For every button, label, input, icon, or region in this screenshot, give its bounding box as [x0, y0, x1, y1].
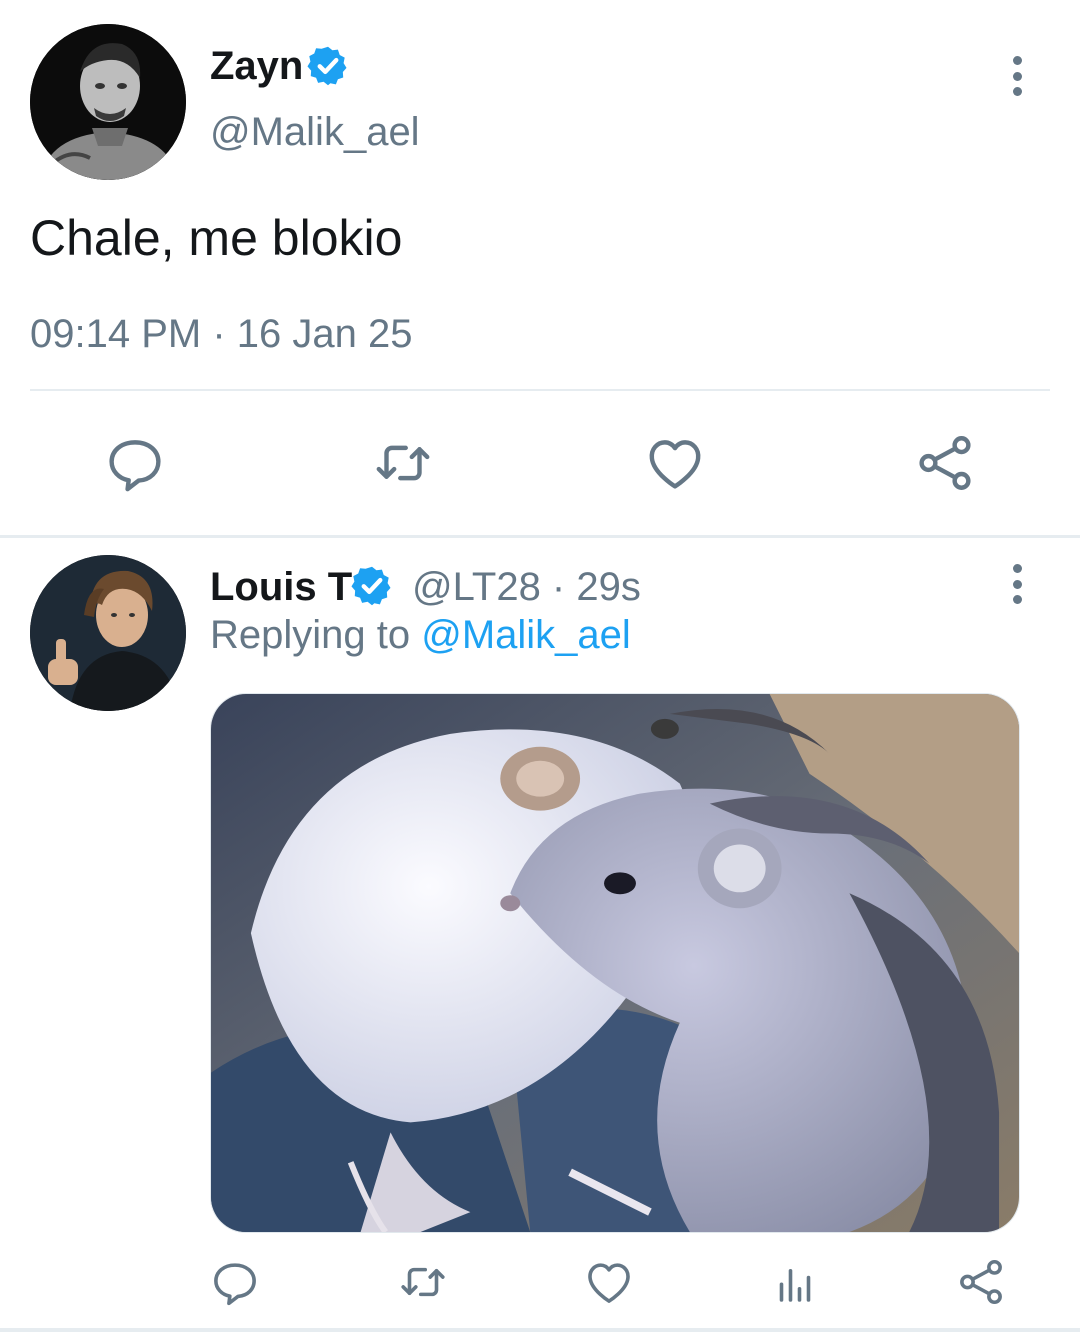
like-icon[interactable] [582, 1255, 636, 1309]
more-options-icon[interactable] [1005, 56, 1029, 96]
verified-badge-icon [350, 564, 394, 608]
reply-icon[interactable] [102, 430, 168, 496]
author-handle[interactable]: @Malik_ael [210, 108, 420, 156]
divider [30, 389, 1050, 391]
replying-mention-link[interactable]: @Malik_ael [421, 613, 631, 657]
share-icon[interactable] [954, 1255, 1008, 1309]
zayn-avatar[interactable] [30, 24, 186, 180]
replying-to: Replying to @Malik_ael [210, 611, 631, 659]
retweet-icon[interactable] [396, 1255, 450, 1309]
replying-prefix: Replying to [210, 613, 422, 657]
retweet-icon[interactable] [370, 430, 436, 496]
bottom-divider [0, 1328, 1080, 1332]
tweet-text: Chale, me blokio [30, 210, 403, 266]
verified-badge-icon [306, 44, 350, 88]
more-options-icon[interactable] [1005, 564, 1029, 604]
reply-author-name[interactable]: Louis T [210, 563, 352, 611]
author-name[interactable]: Zayn [210, 42, 303, 90]
tweet-timestamp[interactable]: 09:14 PM · 16 Jan 25 [30, 310, 412, 358]
rats-photo[interactable] [210, 693, 1020, 1233]
reply-tweet[interactable]: Louis T @LT28 · 29s Replying to @Malik_a… [0, 538, 1080, 1332]
like-icon[interactable] [642, 430, 708, 496]
share-icon[interactable] [912, 430, 978, 496]
louis-avatar[interactable] [30, 555, 186, 711]
main-tweet: Zayn @Malik_ael Chale, me blokio 09:14 P… [0, 0, 1080, 535]
reply-handle-time[interactable]: @LT28 · 29s [412, 563, 641, 611]
reply-icon[interactable] [208, 1255, 262, 1309]
stats-icon[interactable] [768, 1255, 822, 1309]
